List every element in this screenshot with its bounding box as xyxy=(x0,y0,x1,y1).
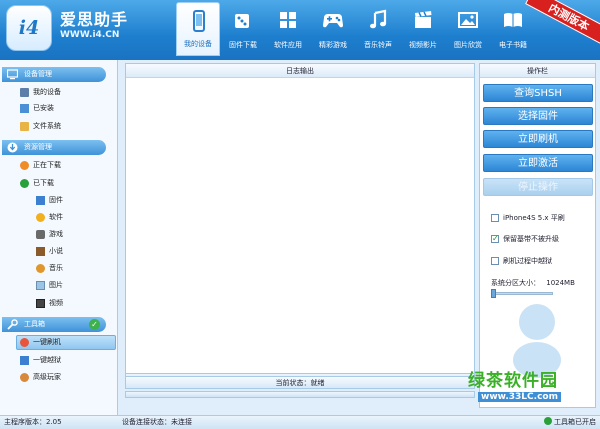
selection-highlight xyxy=(16,335,116,350)
monitor-icon xyxy=(7,69,18,80)
status-footer: 主程序版本：2.05 设备连接状态：未连接 工具箱已开启 xyxy=(0,415,600,429)
header-bar: i4 爱思助手 WWW.i4.CN 我的设备 固件下载 软件应用 精彩游戏 音乐… xyxy=(0,0,600,60)
gamepad-icon xyxy=(323,14,343,28)
checkbox[interactable] xyxy=(491,257,499,265)
nav-label: 软件应用 xyxy=(274,41,302,49)
status-dot-icon xyxy=(544,417,552,425)
stop-operation-button[interactable]: 停止操作 xyxy=(483,178,593,196)
nav-label: 电子书籍 xyxy=(499,41,527,49)
book-icon xyxy=(504,13,522,27)
unlock-icon xyxy=(20,356,29,365)
nav-firmware[interactable]: 固件下载 xyxy=(221,2,265,56)
nav-label: 图片欣赏 xyxy=(454,41,482,49)
sidebar: 设备管理 我的设备 已安装 文件系统 资源管理 正在下载 已下载 固件 软件 游… xyxy=(0,60,118,415)
nav-label: 精彩游戏 xyxy=(319,41,347,49)
nav-label: 固件下载 xyxy=(229,41,257,49)
partition-size-slider[interactable] xyxy=(491,292,553,295)
book-icon xyxy=(36,247,45,256)
nav-videos[interactable]: 视频影片 xyxy=(401,2,445,56)
select-firmware-button[interactable]: 选择固件 xyxy=(483,107,593,125)
ipsw-icon xyxy=(36,196,45,205)
section-toolbox[interactable]: 工具箱 ✓ xyxy=(2,317,106,332)
nav-ebooks[interactable]: 电子书籍 xyxy=(491,2,535,56)
checkbox-checked[interactable] xyxy=(491,233,499,245)
check-circle-icon xyxy=(20,179,29,188)
section-label: 工具箱 xyxy=(24,320,45,328)
i4-logo: i4 xyxy=(6,5,52,51)
progress-bar-bottom xyxy=(125,391,475,398)
folder-icon xyxy=(20,122,29,131)
star-icon xyxy=(36,213,45,222)
toolbox-enabled-icon: ✓ xyxy=(89,319,100,330)
section-label: 设备管理 xyxy=(24,70,52,78)
device-icon xyxy=(20,88,29,97)
main-nav: 我的设备 固件下载 软件应用 精彩游戏 音乐铃声 视频影片 图片欣赏 电子书籍 xyxy=(176,2,536,58)
section-resource-management[interactable]: 资源管理 xyxy=(2,140,106,155)
apps-icon xyxy=(20,104,29,113)
nav-games[interactable]: 精彩游戏 xyxy=(311,2,355,56)
flash-icon xyxy=(20,338,29,347)
query-shsh-button[interactable]: 查询SHSH xyxy=(483,84,593,102)
flash-now-button[interactable]: 立即刷机 xyxy=(483,130,593,148)
brand-name: 爱思助手 xyxy=(60,10,129,29)
music-note-icon xyxy=(370,9,387,29)
section-device-management[interactable]: 设备管理 xyxy=(2,67,106,82)
nav-label: 音乐铃声 xyxy=(364,41,392,49)
watermark-logo: 绿茶软件园 xyxy=(468,371,558,391)
nav-label: 视频影片 xyxy=(409,41,437,49)
partition-size-label: 系统分区大小： 1024MB xyxy=(491,279,575,287)
app-window: i4 爱思助手 WWW.i4.CN 我的设备 固件下载 软件应用 精彩游戏 音乐… xyxy=(0,0,600,429)
watermark: 绿茶软件园 www.33LC.com xyxy=(460,364,600,414)
toolbox-status: 工具箱已开启 xyxy=(544,416,596,429)
nav-apps[interactable]: 软件应用 xyxy=(266,2,310,56)
download-icon xyxy=(20,161,29,170)
user-icon xyxy=(20,373,29,382)
checkbox[interactable] xyxy=(491,214,499,222)
activate-now-button[interactable]: 立即激活 xyxy=(483,154,593,172)
nav-pictures[interactable]: 图片欣赏 xyxy=(446,2,490,56)
music-icon xyxy=(36,264,45,273)
picture-icon xyxy=(36,281,45,290)
brand-url: WWW.i4.CN xyxy=(60,30,120,40)
clapperboard-icon xyxy=(415,11,432,28)
gamepad-icon xyxy=(36,230,45,239)
beta-ribbon: 内测版本 xyxy=(525,0,600,47)
log-title: 日志输出 xyxy=(126,64,474,78)
wrench-icon xyxy=(7,319,18,330)
partition-size-value: 1024MB xyxy=(546,279,575,287)
device-connection-status: 设备连接状态：未连接 xyxy=(122,418,192,426)
nav-music[interactable]: 音乐铃声 xyxy=(356,2,400,56)
current-status: 当前状态：就绪 xyxy=(125,376,475,389)
download-cloud-icon xyxy=(7,142,18,153)
nav-my-device[interactable]: 我的设备 xyxy=(176,2,220,56)
nav-label: 我的设备 xyxy=(184,40,212,48)
video-icon xyxy=(36,299,45,308)
watermark-url: www.33LC.com xyxy=(478,392,561,402)
program-version: 主程序版本：2.05 xyxy=(4,418,62,426)
picture-icon xyxy=(458,12,478,28)
grid-icon xyxy=(280,12,296,28)
section-label: 资源管理 xyxy=(24,143,52,151)
operations-title: 操作栏 xyxy=(480,64,595,78)
dice-icon xyxy=(235,14,249,28)
slider-thumb[interactable] xyxy=(491,289,496,298)
phone-icon xyxy=(193,10,205,32)
log-output-panel: 日志输出 xyxy=(125,63,475,389)
